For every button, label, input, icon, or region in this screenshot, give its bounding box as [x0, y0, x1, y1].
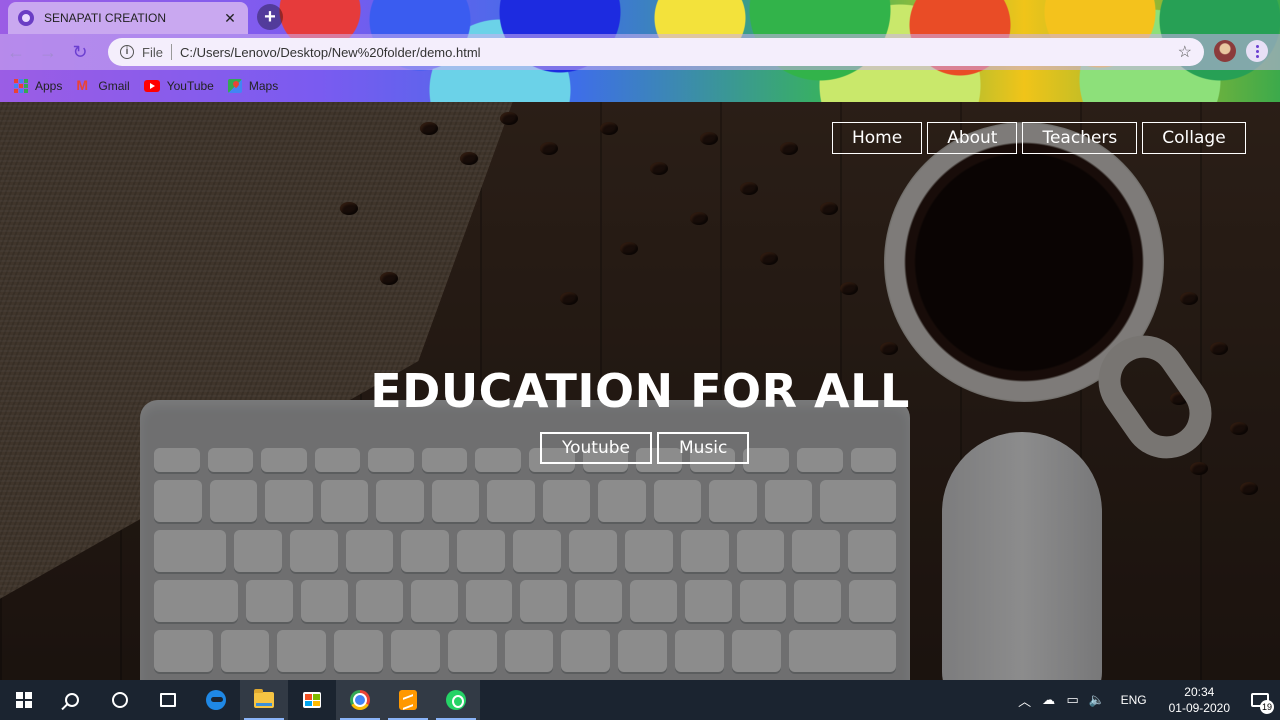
forward-button[interactable]: → [32, 36, 64, 68]
cortana-icon [112, 692, 128, 708]
volume-icon[interactable]: 🔈 [1085, 692, 1109, 708]
onedrive-icon[interactable]: ☁ [1037, 692, 1061, 708]
nav-teachers[interactable]: Teachers [1022, 122, 1138, 154]
profile-avatar[interactable] [1214, 40, 1236, 62]
bookmark-label: YouTube [166, 79, 214, 93]
clock-date: 01-09-2020 [1168, 701, 1230, 715]
clock-time: 20:34 [1184, 685, 1215, 699]
back-button[interactable]: ← [0, 36, 32, 68]
youtube-button[interactable]: Youtube [540, 432, 652, 464]
music-button[interactable]: Music [657, 432, 750, 464]
taskbar-sublime[interactable] [384, 680, 432, 720]
search-icon [65, 693, 79, 707]
bookmarks-bar: Apps Gmail YouTube Maps [0, 70, 1280, 102]
whatsapp-icon [446, 690, 466, 710]
taskbar-chrome[interactable] [336, 680, 384, 720]
clock[interactable]: 20:34 01-09-2020 [1159, 684, 1240, 716]
tab-strip: SENAPATI CREATION ✕ + [0, 0, 1280, 34]
file-scheme-label: File [142, 44, 163, 60]
browser-menu-button[interactable] [1246, 40, 1268, 62]
taskbar-edge[interactable] [192, 680, 240, 720]
gmail-icon [76, 77, 91, 93]
tab-title: SENAPATI CREATION [44, 11, 167, 25]
tab-favicon-icon [18, 10, 34, 26]
bookmark-gmail[interactable]: Gmail [76, 77, 130, 93]
notification-center-button[interactable]: 19 [1240, 680, 1280, 720]
taskbar-search-button[interactable] [48, 680, 96, 720]
address-bar[interactable]: i File C:/Users/Lenovo/Desktop/New%20fol… [108, 38, 1204, 66]
edge-icon [206, 690, 226, 710]
plus-icon: + [257, 4, 283, 30]
chrome-icon [350, 690, 370, 710]
taskbar-store[interactable] [288, 680, 336, 720]
folder-icon [254, 689, 274, 708]
system-tray: ︿ ☁ ▭ 🔈 ENG 20:34 01-09-2020 19 [1013, 680, 1280, 720]
hero-title: EDUCATION FOR ALL [370, 364, 910, 418]
cortana-button[interactable] [96, 680, 144, 720]
bookmark-maps[interactable]: Maps [227, 79, 279, 93]
taskbar-file-explorer[interactable] [240, 680, 288, 720]
nav-home[interactable]: Home [832, 122, 923, 154]
site-nav: Home About Teachers Collage [832, 122, 1246, 154]
tab-close-icon[interactable]: ✕ [222, 10, 238, 27]
nav-about[interactable]: About [927, 122, 1018, 154]
language-indicator[interactable]: ENG [1109, 693, 1159, 707]
start-button[interactable] [0, 680, 48, 720]
info-icon[interactable]: i [120, 45, 134, 59]
bookmark-label: Apps [35, 79, 63, 93]
apps-grid-icon [14, 79, 28, 93]
reload-button[interactable]: ↻ [64, 36, 96, 68]
windows-logo-icon [16, 692, 32, 708]
url-text[interactable]: C:/Users/Lenovo/Desktop/New%20folder/dem… [180, 45, 1178, 60]
bookmark-label: Maps [248, 79, 279, 93]
browser-toolbar: ← → ↻ i File C:/Users/Lenovo/Desktop/New… [0, 34, 1280, 70]
notification-count: 19 [1260, 700, 1274, 714]
taskbar: ︿ ☁ ▭ 🔈 ENG 20:34 01-09-2020 19 [0, 680, 1280, 720]
bookmark-youtube[interactable]: YouTube [143, 79, 214, 93]
bookmark-label: Gmail [98, 79, 130, 93]
taskbar-whatsapp[interactable] [432, 680, 480, 720]
battery-icon[interactable]: ▭ [1061, 692, 1085, 708]
task-view-button[interactable] [144, 680, 192, 720]
task-view-icon [160, 693, 176, 707]
sublime-text-icon [399, 690, 417, 710]
web-page: Home About Teachers Collage EDUCATION FO… [0, 102, 1280, 680]
omnibox-divider [170, 44, 172, 60]
maps-icon [227, 79, 242, 93]
browser-tab[interactable]: SENAPATI CREATION ✕ [8, 2, 248, 34]
chevron-up-icon[interactable]: ︿ [1013, 691, 1037, 710]
new-tab-button[interactable]: + [256, 4, 284, 30]
bookmark-star-icon[interactable]: ☆ [1178, 42, 1192, 62]
store-icon [303, 692, 321, 708]
bookmark-apps[interactable]: Apps [14, 79, 62, 93]
browser-chrome: SENAPATI CREATION ✕ + ← → ↻ i File C:/Us… [0, 0, 1280, 102]
reload-icon: ↻ [72, 41, 88, 62]
nav-collage[interactable]: Collage [1142, 122, 1246, 154]
arrow-left-icon: ← [7, 41, 25, 62]
youtube-icon [143, 80, 160, 92]
arrow-right-icon: → [39, 41, 57, 62]
hero-buttons: Youtube Music [540, 432, 750, 464]
